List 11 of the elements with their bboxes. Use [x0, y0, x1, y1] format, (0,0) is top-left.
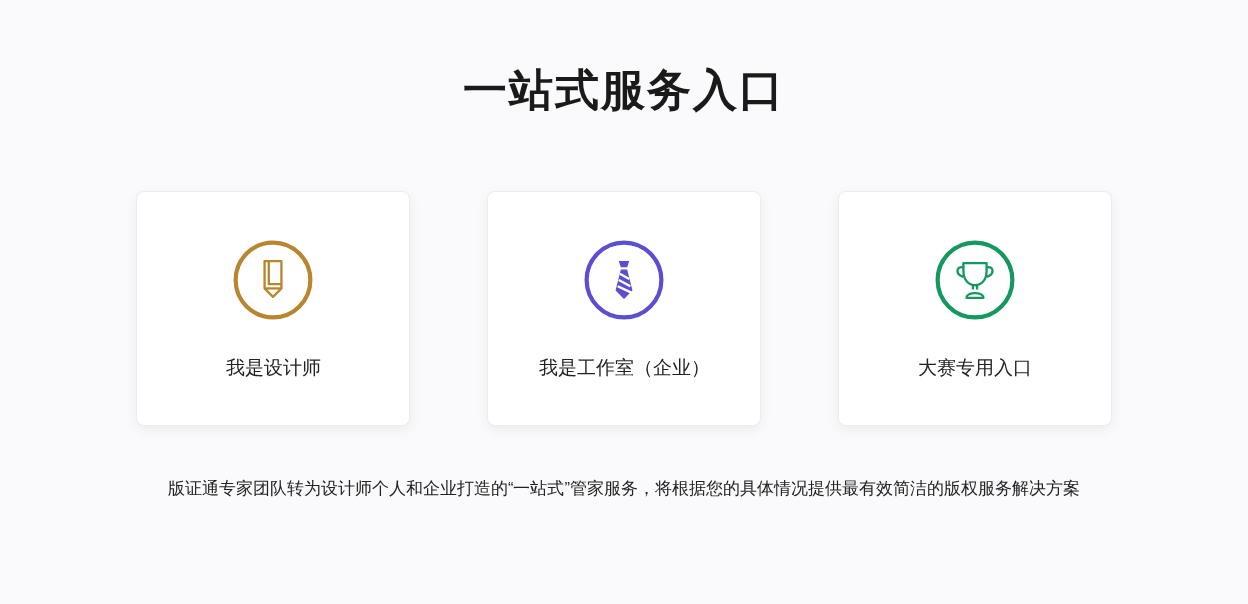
service-card[interactable]: 大赛专用入口: [838, 191, 1112, 426]
page-title: 一站式服务入口: [463, 63, 785, 117]
card-label: 我是设计师: [225, 356, 321, 380]
trophy-icon: [935, 240, 1015, 320]
card-label: 大赛专用入口: [918, 356, 1032, 380]
service-card[interactable]: 我是工作室（企业）: [487, 191, 761, 426]
pencil-icon: [233, 240, 313, 320]
card-label: 我是工作室（企业）: [538, 356, 710, 380]
service-card[interactable]: 我是设计师: [136, 191, 410, 426]
description-text: 版证通专家团队转为设计师个人和企业打造的“一站式”管家服务，将根据您的具体情况提供最有效简洁的版权服务解决方案: [168, 478, 1080, 499]
tie-icon: [584, 240, 664, 320]
